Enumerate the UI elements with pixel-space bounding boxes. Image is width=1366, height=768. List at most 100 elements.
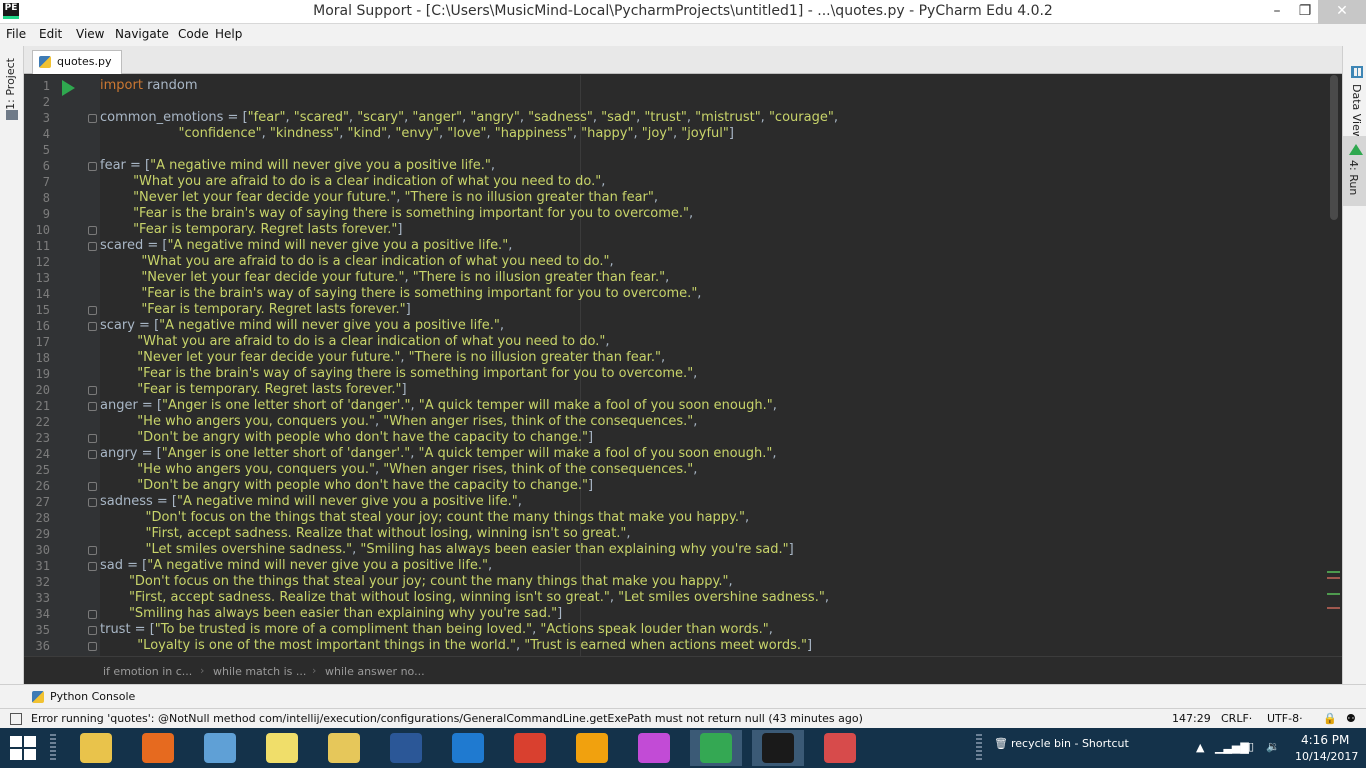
code-line[interactable]: "Smiling has always been easier than exp… [100,606,562,621]
code-line[interactable]: "Let smiles overshine sadness.", "Smilin… [100,542,793,557]
python-console-tab[interactable]: Python Console [32,690,135,703]
code-line[interactable]: "Never let your fear decide your future.… [100,270,669,285]
code-line[interactable]: "First, accept sadness. Realize that wit… [100,526,630,541]
taskbar-app-calculator[interactable] [194,730,246,766]
code-line[interactable]: "Fear is the brain's way of saying there… [100,206,693,221]
taskbar-app-sticky-notes[interactable] [256,730,308,766]
code-line[interactable]: sadness = ["A negative mind will never g… [100,494,522,509]
code-line[interactable]: fear = ["A negative mind will never give… [100,158,495,173]
code-line[interactable]: "What you are afraid to do is a clear in… [100,334,609,349]
taskbar-app-file-explorer[interactable] [70,730,122,766]
fold-marker-icon[interactable] [88,562,97,571]
code-line[interactable]: "Don't focus on the things that steal yo… [100,510,749,525]
fold-marker-icon[interactable] [88,242,97,251]
code-token: , [693,366,698,381]
clock-date[interactable]: 10/14/2017 [1295,750,1358,763]
taskbar-app-firefox[interactable] [132,730,184,766]
code-line[interactable]: anger = ["Anger is one letter short of '… [100,398,777,413]
run-tool-tab[interactable]: 4: Run [1343,136,1366,206]
code-line[interactable]: "Never let your fear decide your future.… [100,350,665,365]
code-line[interactable]: "What you are afraid to do is a clear in… [100,174,605,189]
minimize-button[interactable]: – [1262,0,1292,24]
taskbar-app-chrome[interactable] [690,730,742,766]
code-line[interactable]: scary = ["A negative mind will never giv… [100,318,504,333]
close-button[interactable]: ✕ [1318,0,1366,24]
fold-marker-icon[interactable] [88,402,97,411]
code-line[interactable]: scared = ["A negative mind will never gi… [100,238,512,253]
lock-icon[interactable]: 🔒 [1323,712,1337,725]
editor-scrollbar-thumb[interactable] [1330,75,1338,220]
status-message[interactable]: Error running 'quotes': @NotNull method … [31,712,863,725]
string-literal: "Let smiles overshine sadness." [145,542,353,557]
menu-view[interactable]: View [76,27,104,41]
code-line[interactable]: import random [100,78,197,93]
fold-marker-icon[interactable] [88,114,97,123]
code-line[interactable]: "Don't be angry with people who don't ha… [100,430,593,445]
taskbar-app-vlc-like[interactable] [566,730,618,766]
tray-expand-icon[interactable]: ▲ [1196,741,1204,754]
code-line[interactable]: "He who angers you, conquers you.", "Whe… [100,462,697,477]
fold-marker-icon[interactable] [88,226,97,235]
file-encoding[interactable]: UTF-8‧ [1267,712,1303,725]
taskbar-app-app-blue-circle[interactable] [442,730,494,766]
taskbar-app-snipping-tool[interactable] [814,730,866,766]
taskbar-app-word[interactable] [380,730,432,766]
code-line[interactable]: "Don't focus on the things that steal yo… [100,574,733,589]
fold-marker-icon[interactable] [88,386,97,395]
menu-navigate[interactable]: Navigate [115,27,169,41]
breadcrumb-item[interactable]: while answer no... [325,665,425,678]
run-gutter-icon[interactable] [62,80,75,96]
fold-marker-icon[interactable] [88,322,97,331]
taskbar-app-paint-brush[interactable] [504,730,556,766]
code-line[interactable]: "confidence", "kindness", "kind", "envy"… [100,126,734,141]
fold-marker-icon[interactable] [88,642,97,651]
taskbar-app-itunes[interactable] [628,730,680,766]
fold-marker-icon[interactable] [88,450,97,459]
clock-time[interactable]: 4:16 PM [1301,733,1349,747]
code-line[interactable]: "Don't be angry with people who don't ha… [100,478,593,493]
code-line[interactable]: "He who angers you, conquers you.", "Whe… [100,414,697,429]
inspector-icon[interactable]: ⚉ [1346,712,1356,725]
fold-marker-icon[interactable] [88,482,97,491]
code-line[interactable]: "Fear is temporary. Regret lasts forever… [100,222,402,237]
code-line[interactable]: "First, accept sadness. Realize that wit… [100,590,829,605]
menu-edit[interactable]: Edit [39,27,62,41]
taskbar-app-pycharm-edu[interactable] [752,730,804,766]
code-line[interactable]: trust = ["To be trusted is more of a com… [100,622,773,637]
fold-marker-icon[interactable] [88,434,97,443]
menu-file[interactable]: File [6,27,26,41]
caret-position[interactable]: 147:29 [1172,712,1211,725]
project-tool-tab[interactable]: 1: Project [4,58,17,110]
battery-icon[interactable]: ▮▯ [1242,740,1254,753]
code-line[interactable]: common_emotions = ["fear", "scared", "sc… [100,110,838,125]
maximize-button[interactable]: ❐ [1290,0,1320,24]
code-line[interactable]: "What you are afraid to do is a clear in… [100,254,613,269]
tool-windows-toggle-icon[interactable] [10,713,22,725]
code-line[interactable]: "Never let your fear decide your future.… [100,190,658,205]
fold-marker-icon[interactable] [88,306,97,315]
code-line[interactable]: angry = ["Anger is one letter short of '… [100,446,777,461]
code-editor[interactable]: 1 2 3 4 5 6 7 8 9 10 11 12 13 14 15 16 17 18 19 20 21 22 23 24 2… [24,75,1342,656]
fold-marker-icon[interactable] [88,610,97,619]
code-line[interactable]: "Fear is the brain's way of saying there… [100,366,697,381]
breadcrumb-item[interactable]: if emotion in c... [103,665,192,678]
recycle-bin-shortcut[interactable]: recycle bin - Shortcut [1011,737,1129,750]
recycle-bin-icon[interactable]: 🗑 [994,737,1008,750]
code-line[interactable]: "Fear is the brain's way of saying there… [100,286,701,301]
menu-help[interactable]: Help [215,27,242,41]
fold-marker-icon[interactable] [88,626,97,635]
taskbar-app-folder[interactable] [318,730,370,766]
code-line[interactable]: sad = ["A negative mind will never give … [100,558,492,573]
fold-marker-icon[interactable] [88,546,97,555]
breadcrumb-item[interactable]: while match is ... [213,665,306,678]
code-line[interactable]: "Fear is temporary. Regret lasts forever… [100,302,410,317]
code-line[interactable]: "Fear is temporary. Regret lasts forever… [100,382,406,397]
code-line[interactable]: "Loyalty is one of the most important th… [100,638,812,653]
start-button[interactable] [10,736,36,760]
editor-tab-quotes[interactable]: quotes.py [32,50,123,74]
fold-marker-icon[interactable] [88,498,97,507]
fold-marker-icon[interactable] [88,162,97,171]
menu-code[interactable]: Code [178,27,209,41]
volume-icon[interactable]: 🔉 [1266,740,1280,753]
line-separator[interactable]: CRLF‧ [1221,712,1252,725]
